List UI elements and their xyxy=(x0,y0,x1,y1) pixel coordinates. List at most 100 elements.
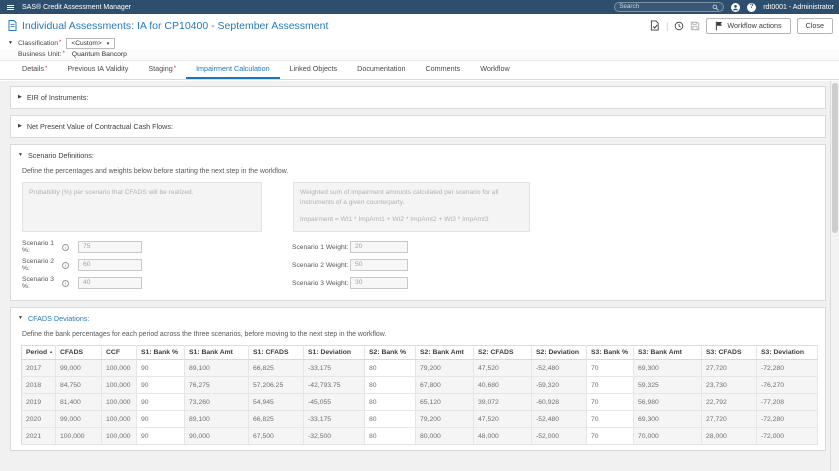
bank-pct-cell[interactable]: 90 xyxy=(136,410,185,428)
close-label: Close xyxy=(805,21,824,30)
bank-pct-cell[interactable]: 70 xyxy=(586,359,634,377)
table-cell: -60,928 xyxy=(531,393,587,411)
info-icon[interactable]: i xyxy=(62,243,69,251)
collapse-triangle-icon: ▼ xyxy=(18,315,23,321)
table-cell: 66,825 xyxy=(248,359,304,377)
section-cfads-header[interactable]: ▼ CFADS Deviations: xyxy=(18,313,817,324)
column-header-s2-bank-amt[interactable]: S2: Bank Amt xyxy=(415,345,474,360)
save-icon[interactable] xyxy=(690,21,700,31)
table-cell: -72,280 xyxy=(756,410,818,428)
scenario-weight-input[interactable]: 50 xyxy=(350,259,408,271)
vertical-scrollbar[interactable] xyxy=(830,81,839,471)
info-icon[interactable]: i xyxy=(62,261,69,269)
bank-pct-cell[interactable]: 90 xyxy=(136,427,185,445)
table-row: 2021 100,000 100,000 90 90,000 67,500 -32,500 8… xyxy=(21,427,818,445)
column-header-s2-bank-[interactable]: S2: Bank % xyxy=(364,345,416,360)
bank-pct-cell[interactable]: 80 xyxy=(364,427,416,445)
tab-previous-ia-validity[interactable]: Previous IA Validity xyxy=(57,61,138,79)
title-bar: Individual Assessments: IA for CP10400 -… xyxy=(0,14,839,37)
section-eir-header[interactable]: ▶ EIR of Instruments: xyxy=(18,92,817,103)
history-icon[interactable] xyxy=(674,21,684,31)
column-header-s1-bank-amt[interactable]: S1: Bank Amt xyxy=(184,345,249,360)
tab-documentation[interactable]: Documentation xyxy=(347,61,415,79)
column-header-period[interactable]: Period ▲ xyxy=(21,345,56,360)
tab-linked-objects[interactable]: Linked Objects xyxy=(280,61,348,79)
scrollbar-thumb[interactable] xyxy=(832,83,838,233)
scenario-weight-input[interactable]: 20 xyxy=(350,241,408,253)
tab-staging[interactable]: Staging* xyxy=(138,61,186,79)
bank-pct-cell[interactable]: 70 xyxy=(586,427,634,445)
bank-pct-cell[interactable]: 70 xyxy=(586,376,634,394)
table-cell: 2020 xyxy=(21,410,56,428)
content-area: ▶ EIR of Instruments: ▶ Net Present Valu… xyxy=(0,81,830,471)
column-header-label: CFADS xyxy=(60,349,84,356)
section-scenario-header[interactable]: ▼ Scenario Definitions: xyxy=(18,150,817,161)
scenario-pct-input[interactable]: 40 xyxy=(78,277,142,289)
table-cell: 23,730 xyxy=(701,376,757,394)
bank-pct-cell[interactable]: 90 xyxy=(136,393,185,411)
close-button[interactable]: Close xyxy=(796,17,833,34)
sort-ascending-icon: ▲ xyxy=(49,349,54,354)
scenario-grid: Scenario 1 %: i 75 Scenario 1 Weight: 20 Scen… xyxy=(22,240,817,290)
user-icon[interactable] xyxy=(731,2,741,12)
column-header-s3-bank-[interactable]: S3: Bank % xyxy=(586,345,634,360)
column-header-label: S2: CFADS xyxy=(478,349,514,356)
bank-pct-cell[interactable]: 90 xyxy=(136,376,185,394)
divider: | xyxy=(666,20,669,31)
section-eir: ▶ EIR of Instruments: xyxy=(10,86,826,109)
section-npv-header[interactable]: ▶ Net Present Value of Contractual Cash … xyxy=(18,121,817,132)
bank-pct-cell[interactable]: 70 xyxy=(586,393,634,411)
column-header-s1-bank-[interactable]: S1: Bank % xyxy=(136,345,185,360)
column-header-s3-cfads[interactable]: S3: CFADS xyxy=(701,345,757,360)
classification-label: Classification* xyxy=(17,39,62,47)
tab-label: Workflow xyxy=(480,64,510,73)
search-input[interactable]: Search xyxy=(614,2,725,12)
column-header-label: S1: Bank % xyxy=(141,349,179,356)
collapse-triangle-icon[interactable]: ▼ xyxy=(8,40,13,46)
business-unit-value: Quantum Bancorp xyxy=(71,51,127,58)
column-header-s1-cfads[interactable]: S1: CFADS xyxy=(248,345,304,360)
required-asterisk: * xyxy=(44,66,48,72)
weighted-hint-box: Weighted sum of impairment amounts calcu… xyxy=(293,182,530,232)
info-icon[interactable]: i xyxy=(62,279,69,287)
validate-document-icon[interactable] xyxy=(650,20,660,31)
tab-workflow[interactable]: Workflow xyxy=(470,61,519,79)
scenario-pct-input[interactable]: 75 xyxy=(78,241,142,253)
column-header-cfads[interactable]: CFADS xyxy=(55,345,102,360)
table-cell: 84,750 xyxy=(55,376,102,394)
bank-pct-cell[interactable]: 80 xyxy=(364,359,416,377)
help-icon[interactable]: ? xyxy=(747,2,757,12)
bank-pct-cell[interactable]: 70 xyxy=(586,410,634,428)
tab-impairment-calculation[interactable]: Impairment Calculation xyxy=(186,61,280,79)
menu-icon[interactable] xyxy=(6,4,15,11)
table-cell: 59,325 xyxy=(633,376,702,394)
search-placeholder: Search xyxy=(619,3,640,10)
topbar-right: Search ? rdt0001 - Administrator xyxy=(614,2,834,12)
table-cell: -76,270 xyxy=(756,376,818,394)
bank-pct-cell[interactable]: 80 xyxy=(364,410,416,428)
classification-dropdown[interactable]: <Custom> ▼ xyxy=(66,37,116,49)
workflow-actions-button[interactable]: Workflow actions xyxy=(706,17,791,34)
cfads-instruction: Define the bank percentages for each per… xyxy=(22,331,387,338)
table-cell: 89,100 xyxy=(184,410,249,428)
scenario-pct-input[interactable]: 60 xyxy=(78,259,142,271)
table-cell: 79,200 xyxy=(415,410,474,428)
column-header-s2-cfads[interactable]: S2: CFADS xyxy=(473,345,532,360)
column-header-s2-deviation[interactable]: S2: Deviation xyxy=(531,345,587,360)
column-header-s3-deviation[interactable]: S3: Deviation xyxy=(756,345,818,360)
table-cell: 2019 xyxy=(21,393,56,411)
bank-pct-cell[interactable]: 80 xyxy=(364,376,416,394)
bank-pct-cell[interactable]: 90 xyxy=(136,359,185,377)
probability-hint-box: Probability (%) per scenario that CFADS … xyxy=(22,182,262,232)
column-header-ccf[interactable]: CCF xyxy=(101,345,137,360)
tab-comments[interactable]: Comments xyxy=(415,61,470,79)
table-cell: 22,792 xyxy=(701,393,757,411)
bank-pct-cell[interactable]: 80 xyxy=(364,393,416,411)
chevron-down-icon: ▼ xyxy=(105,40,111,46)
impairment-formula: Impairment = Wt1 * ImpAmt1 + Wt2 * ImpAm… xyxy=(300,215,489,223)
column-header-s1-deviation[interactable]: S1: Deviation xyxy=(303,345,365,360)
tab-details[interactable]: Details* xyxy=(12,61,57,79)
scenario-weight-input[interactable]: 30 xyxy=(350,277,408,289)
column-header-s3-bank-amt[interactable]: S3: Bank Amt xyxy=(633,345,702,360)
scenario-weight-label: Scenario 3 Weight: xyxy=(292,279,349,287)
